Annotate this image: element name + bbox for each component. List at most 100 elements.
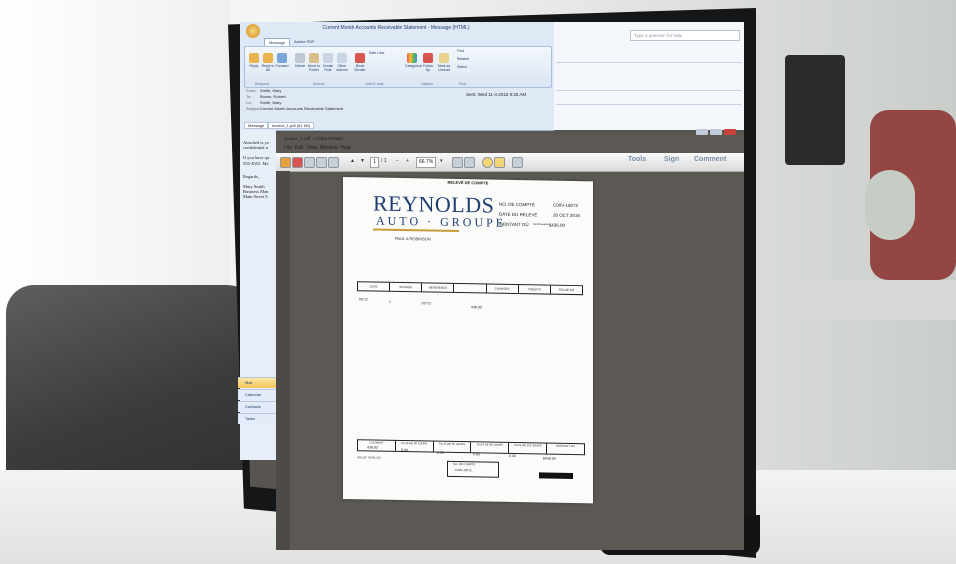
nav-calendar[interactable]: Calendar — [238, 389, 281, 400]
message-body-text: Attached is yo confidential n If you hav… — [243, 140, 270, 200]
zoom-dropdown-icon[interactable]: ▾ — [440, 158, 443, 164]
zoom-out-icon[interactable]: − — [396, 158, 399, 164]
create-rule-button[interactable]: Create Rule — [321, 53, 335, 72]
background-bag — [6, 285, 266, 495]
subject-value: Current Month Accounts Receivable Statem… — [260, 106, 344, 111]
total-balance-label: SOLDE TOTAL DÛ — [357, 455, 381, 460]
related-button[interactable]: Related — [457, 57, 487, 61]
nav-mail[interactable]: Mail — [238, 377, 281, 388]
divider — [556, 90, 742, 91]
account-label: NO. DE COMPTE — [453, 461, 476, 467]
find-button[interactable]: Find — [457, 49, 487, 53]
row-reference: 70773 — [421, 301, 431, 306]
previous-page-icon[interactable]: ▲ — [350, 158, 355, 164]
categorize-icon — [407, 53, 417, 63]
group-respond: Respond — [255, 82, 270, 86]
sign-icon[interactable] — [512, 157, 523, 168]
menu-file[interactable]: File — [284, 145, 292, 151]
to-value[interactable]: Brown, Robert — [260, 94, 286, 99]
row-date: 09-12 — [359, 297, 368, 302]
field-label: MONTANT DÛ — [499, 221, 529, 228]
help-search-input[interactable]: Type a question for help — [630, 30, 740, 41]
print-icon[interactable] — [316, 157, 327, 168]
field-label: NO. DE COMPTE — [499, 201, 536, 208]
aging-60: 0.00 — [437, 450, 444, 455]
background-table — [800, 280, 956, 320]
maximize-button[interactable] — [710, 129, 722, 135]
from-row: From: Smith, Mary — [246, 88, 282, 93]
tab-adobe-pdf[interactable]: Adobe PDF — [290, 38, 319, 45]
fit-width-icon[interactable] — [464, 157, 475, 168]
minimize-button[interactable] — [696, 129, 708, 135]
transactions-header: DATE SOURCE RÉFÉRENCE CHARGES CRÉDITS SO… — [357, 281, 583, 296]
select-button[interactable]: Select — [457, 65, 487, 69]
save-icon[interactable] — [304, 157, 315, 168]
nav-contacts[interactable]: Contacts — [238, 401, 281, 412]
page-number-input[interactable]: 1 — [370, 157, 379, 168]
delete-icon — [295, 53, 305, 63]
office-button-icon[interactable] — [246, 24, 260, 38]
envelope-icon — [439, 53, 449, 63]
comment-icon[interactable] — [482, 157, 493, 168]
close-button[interactable] — [724, 129, 736, 135]
menu-help[interactable]: Help — [340, 145, 350, 151]
group-actions: Actions — [313, 82, 325, 86]
sent-value: Wed 11-4-2015 9:25 AM — [477, 92, 527, 97]
fit-page-icon[interactable] — [452, 157, 463, 168]
field-value: C00V-18072 — [553, 202, 579, 209]
other-actions-button[interactable]: Other Actions — [335, 53, 349, 72]
menu-window[interactable]: Window — [320, 145, 338, 151]
open-icon[interactable] — [280, 157, 291, 168]
field-value: 20 OCT 2016 — [553, 212, 580, 219]
account-value: C00V-18072 — [455, 467, 472, 473]
block-icon — [355, 53, 365, 63]
create-pdf-icon[interactable] — [292, 157, 303, 168]
forward-button[interactable]: Forward — [275, 53, 289, 68]
nav-tasks[interactable]: Tasks — [238, 413, 281, 424]
outlook-window-title: Current Month Accounts Receivable Statem… — [322, 25, 470, 31]
attachment-message-tab[interactable]: Message — [244, 122, 269, 129]
logo-underline — [373, 228, 459, 232]
group-options: Options — [421, 82, 434, 86]
aging-current: 436.00 — [367, 445, 378, 450]
email-icon[interactable] — [328, 157, 339, 168]
menu-edit[interactable]: Edit — [295, 145, 304, 151]
reply-all-button[interactable]: Reply to All — [261, 53, 275, 72]
attachment-file[interactable]: invoice_1.pdf (61 KB) — [268, 122, 315, 129]
reply-all-icon — [263, 53, 273, 63]
block-sender-button[interactable]: Block Sender — [353, 53, 367, 72]
comment-button[interactable]: Comment — [694, 156, 726, 163]
highlight-icon[interactable] — [494, 157, 505, 168]
cc-value[interactable]: Smith, Mary — [260, 100, 281, 105]
menu-view[interactable]: View — [306, 145, 317, 151]
next-page-icon[interactable]: ▼ — [360, 158, 365, 164]
reply-button[interactable]: Reply — [247, 53, 261, 68]
zoom-in-icon[interactable]: + — [406, 158, 409, 164]
safe-lists-button[interactable]: Safe Lists — [369, 51, 395, 55]
folder-icon — [309, 53, 319, 63]
flag-icon — [423, 53, 433, 63]
field-label: DATE DU RELEVÉ — [499, 211, 538, 218]
from-value[interactable]: Smith, Mary — [260, 88, 281, 93]
background-plant — [865, 170, 915, 240]
reader-title: invoice_1.pdf - Adobe Reader — [284, 136, 344, 141]
navigation-pane — [276, 171, 290, 550]
actions-icon — [337, 53, 347, 63]
subject-row: Subject:Current Month Accounts Receivabl… — [246, 106, 344, 111]
categorize-button[interactable]: Categorize — [405, 53, 422, 68]
rule-icon — [323, 53, 333, 63]
page-total: / 1 — [381, 158, 387, 164]
forward-icon — [277, 53, 287, 63]
amount-due: $436.00 — [543, 456, 556, 461]
tools-button[interactable]: Tools — [628, 156, 646, 163]
field-value: *********$436.00 — [533, 222, 566, 228]
aging-90: 0.00 — [473, 452, 480, 457]
move-to-folder-button[interactable]: Move to Folder — [307, 53, 321, 72]
sign-button[interactable]: Sign — [664, 156, 679, 163]
mark-unread-button[interactable]: Mark as Unread — [437, 53, 451, 72]
pdf-page: RELEVÉ DE COMPTE REYNOLDS AUTO · GROUPE … — [343, 177, 593, 504]
tab-message[interactable]: Message — [264, 38, 291, 46]
zoom-select[interactable]: 66.7% — [416, 157, 437, 168]
follow-up-button[interactable]: Follow Up — [421, 53, 435, 72]
delete-button[interactable]: Delete — [293, 53, 307, 68]
